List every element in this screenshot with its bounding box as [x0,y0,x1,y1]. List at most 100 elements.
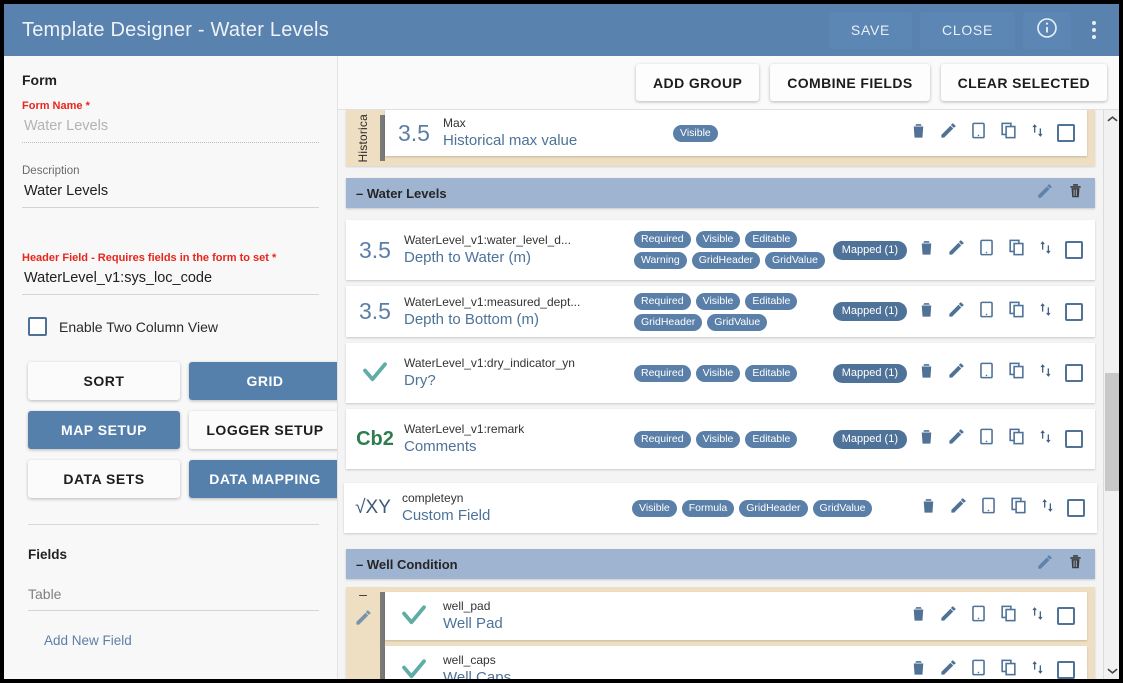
trash-icon[interactable] [917,238,936,262]
trash-icon[interactable] [909,658,928,679]
status-badge: Visible [695,292,741,310]
group-collapse-toggle[interactable]: – Water Levels [356,186,447,201]
add-group-button[interactable]: ADD GROUP [636,64,760,101]
pencil-icon[interactable] [939,658,958,679]
group-header-water-levels[interactable]: – Water Levels [346,178,1095,209]
tablet-icon[interactable] [969,604,988,628]
tablet-icon[interactable] [977,427,996,451]
row-field-name: well_caps [443,653,496,668]
tablet-icon[interactable] [977,361,996,385]
select-checkbox[interactable] [1057,124,1075,142]
sort-arrows-icon[interactable] [1029,658,1046,679]
canvas-scrollbar[interactable] [1103,110,1119,679]
row-actions [917,427,1095,451]
table-row[interactable]: well_pad Well Pad [385,592,1087,641]
select-checkbox[interactable] [1065,241,1083,260]
table-row[interactable]: Cb2 WaterLevel_v1:remark Comments Requir… [346,409,1095,470]
add-new-field-link[interactable]: Add New Field [44,633,319,648]
table-row[interactable]: √ XY completeyn Custom Field Visible Form… [344,483,1097,534]
form-name-input[interactable]: Water Levels [22,116,319,143]
duplicate-icon[interactable] [1007,361,1026,385]
tablet-icon[interactable] [969,121,988,145]
select-checkbox[interactable] [1065,430,1083,449]
duplicate-icon[interactable] [1009,496,1028,520]
save-button[interactable]: SAVE [828,11,913,49]
pencil-icon[interactable] [949,496,968,520]
sort-arrows-icon[interactable] [1037,427,1054,451]
duplicate-icon[interactable] [1007,427,1026,451]
pencil-icon[interactable] [947,300,966,324]
two-column-view-row[interactable]: Enable Two Column View [28,317,319,336]
row-text: well_caps Well Caps [443,653,673,679]
clear-selected-button[interactable]: CLEAR SELECTED [940,64,1107,101]
duplicate-icon[interactable] [1007,300,1026,324]
pencil-icon[interactable] [354,608,373,632]
select-checkbox[interactable] [1067,499,1085,518]
scroll-up-button[interactable] [1104,110,1119,127]
pencil-icon[interactable] [947,238,966,262]
sort-arrows-icon[interactable] [1029,604,1046,628]
trash-icon[interactable] [1066,181,1085,205]
tablet-icon[interactable] [977,238,996,262]
select-checkbox[interactable] [1065,364,1083,383]
scroll-down-button[interactable] [1104,662,1119,679]
trash-icon[interactable] [909,121,928,145]
row-field-label: Well Caps [443,669,512,679]
row-text: WaterLevel_v1:remark Comments [404,422,634,456]
trash-icon[interactable] [917,361,936,385]
group-collapse-toggle[interactable]: – Well Condition [356,557,458,572]
select-checkbox[interactable] [1057,607,1075,626]
mapped-badge: Mapped (1) [832,302,907,322]
tablet-icon[interactable] [977,300,996,324]
scrollbar-track[interactable] [1104,127,1119,662]
table-row[interactable]: 3.5 Max Historical max value Visible [385,110,1087,156]
description-input[interactable]: Water Levels [22,181,319,208]
table-row[interactable]: 3.5 WaterLevel_v1:water_level_d... Depth… [346,220,1095,281]
header-field-input[interactable]: WaterLevel_v1:sys_loc_code [22,268,319,295]
table-row[interactable]: WaterLevel_v1:dry_indicator_yn Dry? Requ… [346,343,1095,404]
table-row[interactable]: well_caps Well Caps [385,646,1087,679]
sort-arrows-icon[interactable] [1037,300,1054,324]
duplicate-icon[interactable] [999,658,1018,679]
pencil-icon[interactable] [947,427,966,451]
table-select[interactable]: Table [28,586,319,611]
pencil-icon[interactable] [939,121,958,145]
sort-arrows-icon[interactable] [1037,361,1054,385]
sort-arrows-icon[interactable] [1037,238,1054,262]
sort-arrows-icon[interactable] [1039,496,1056,520]
table-row[interactable]: 3.5 WaterLevel_v1:measured_dept... Depth… [346,286,1095,338]
duplicate-icon[interactable] [999,604,1018,628]
data-mapping-button[interactable]: DATA MAPPING [189,460,337,498]
trash-icon[interactable] [917,300,936,324]
overflow-menu-button[interactable] [1079,4,1109,56]
duplicate-icon[interactable] [1007,238,1026,262]
trash-icon[interactable] [909,604,928,628]
sort-button[interactable]: SORT [28,362,180,400]
trash-icon[interactable] [917,427,936,451]
logger-setup-button[interactable]: LOGGER SETUP [189,411,337,449]
data-sets-button[interactable]: DATA SETS [28,460,180,498]
pencil-icon[interactable] [939,604,958,628]
group-header-well-condition[interactable]: – Well Condition [346,549,1095,580]
subgroup-collapse-toggle[interactable]: – [359,587,367,601]
two-column-view-checkbox[interactable] [28,317,47,336]
trash-icon[interactable] [919,496,938,520]
scrollbar-thumb[interactable] [1105,373,1119,491]
map-setup-button[interactable]: MAP SETUP [28,411,180,449]
select-checkbox[interactable] [1057,661,1075,679]
tablet-icon[interactable] [969,658,988,679]
close-button[interactable]: CLOSE [920,11,1015,49]
info-button[interactable] [1023,11,1071,49]
pencil-icon[interactable] [1036,553,1054,576]
chevron-down-icon [1106,667,1118,675]
group-title: Water Levels [366,185,447,201]
pencil-icon[interactable] [1036,182,1054,205]
grid-button[interactable]: GRID [189,362,337,400]
combine-fields-button[interactable]: COMBINE FIELDS [770,64,930,101]
trash-icon[interactable] [1066,552,1085,576]
tablet-icon[interactable] [979,496,998,520]
duplicate-icon[interactable] [999,121,1018,145]
pencil-icon[interactable] [947,361,966,385]
select-checkbox[interactable] [1065,302,1083,321]
sort-arrows-icon[interactable] [1029,121,1046,145]
